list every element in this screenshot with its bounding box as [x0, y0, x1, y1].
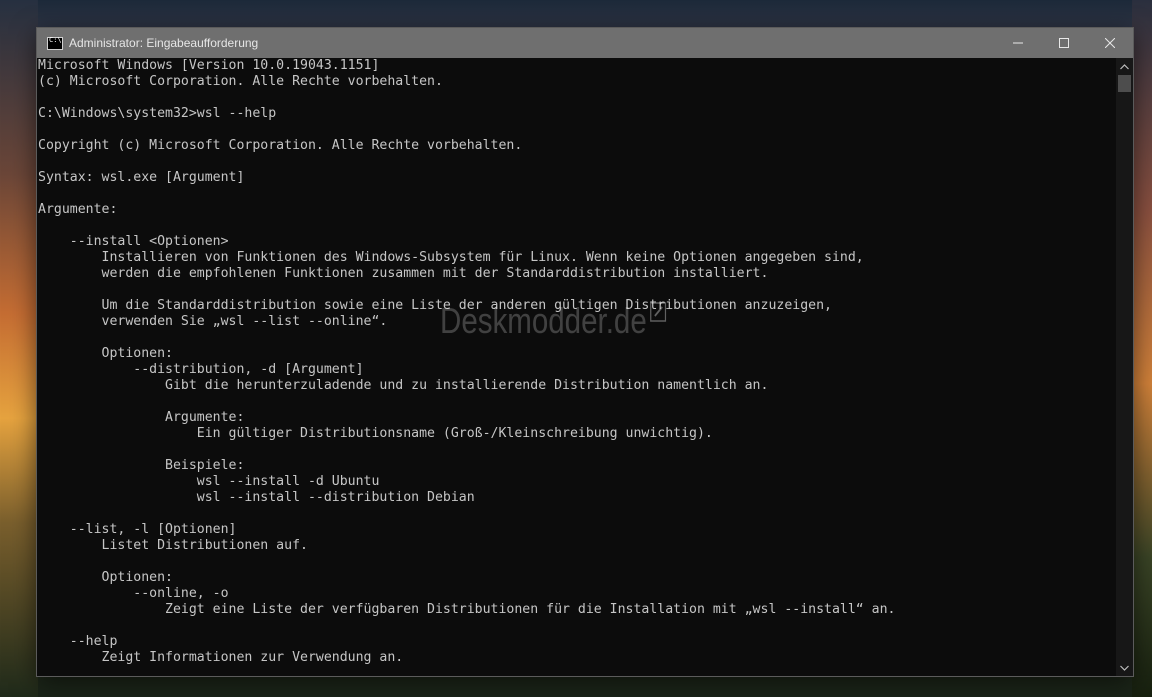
- window-controls: [995, 28, 1133, 58]
- console-line: Zeigt eine Liste der verfügbaren Distrib…: [38, 602, 896, 617]
- console-line: verwenden Sie „wsl --list --online“.: [38, 314, 388, 329]
- scroll-up-button[interactable]: [1116, 58, 1133, 75]
- console-line: Listet Distributionen auf.: [38, 538, 308, 553]
- console-line: --help: [38, 634, 118, 649]
- console-line: Installieren von Funktionen des Windows-…: [38, 250, 864, 265]
- console-line: Gibt die herunterzuladende und zu instal…: [38, 378, 769, 393]
- cmd-window[interactable]: Administrator: Eingabeaufforderung Micro…: [37, 28, 1133, 676]
- desktop-wallpaper-left: [0, 0, 38, 697]
- console-line: Zeigt Informationen zur Verwendung an.: [38, 650, 404, 665]
- maximize-button[interactable]: [1041, 28, 1087, 58]
- title-bar[interactable]: Administrator: Eingabeaufforderung: [37, 28, 1133, 58]
- console-text: Microsoft Windows [Version 10.0.19043.11…: [37, 58, 1116, 666]
- scroll-thumb[interactable]: [1118, 75, 1131, 92]
- console-line: Optionen:: [38, 346, 173, 361]
- console-line: wsl --install --distribution Debian: [38, 490, 475, 505]
- console-output[interactable]: Microsoft Windows [Version 10.0.19043.11…: [37, 58, 1116, 676]
- chevron-up-icon: [1120, 63, 1129, 69]
- console-line: Um die Standarddistribution sowie eine L…: [38, 298, 832, 313]
- close-button[interactable]: [1087, 28, 1133, 58]
- close-icon: [1105, 38, 1115, 48]
- console-line: Microsoft Windows [Version 10.0.19043.11…: [38, 58, 380, 73]
- console-line: Optionen:: [38, 570, 173, 585]
- cmd-icon[interactable]: [47, 36, 63, 50]
- console-line: wsl --install -d Ubuntu: [38, 474, 380, 489]
- desktop-wallpaper-right: [1132, 0, 1152, 697]
- console-line: werden die empfohlenen Funktionen zusamm…: [38, 266, 769, 281]
- console-line: --install <Optionen>: [38, 234, 229, 249]
- console-line: Copyright (c) Microsoft Corporation. All…: [38, 138, 523, 153]
- console-line: --distribution, -d [Argument]: [38, 362, 364, 377]
- window-title: Administrator: Eingabeaufforderung: [69, 36, 259, 50]
- vertical-scrollbar[interactable]: [1116, 58, 1133, 676]
- console-line: Argumente:: [38, 202, 118, 217]
- maximize-icon: [1059, 38, 1069, 48]
- console-line: C:\Windows\system32>wsl --help: [38, 106, 277, 121]
- console-line: Ein gültiger Distributionsname (Groß-/Kl…: [38, 426, 713, 441]
- console-line: --online, -o: [38, 586, 229, 601]
- minimize-icon: [1013, 42, 1023, 44]
- console-line: Beispiele:: [38, 458, 245, 473]
- console-line: Argumente:: [38, 410, 245, 425]
- console-line: Syntax: wsl.exe [Argument]: [38, 170, 245, 185]
- minimize-button[interactable]: [995, 28, 1041, 58]
- console-line: (c) Microsoft Corporation. Alle Rechte v…: [38, 74, 443, 89]
- chevron-down-icon: [1120, 665, 1129, 671]
- console-line: --list, -l [Optionen]: [38, 522, 237, 537]
- scroll-down-button[interactable]: [1116, 659, 1133, 676]
